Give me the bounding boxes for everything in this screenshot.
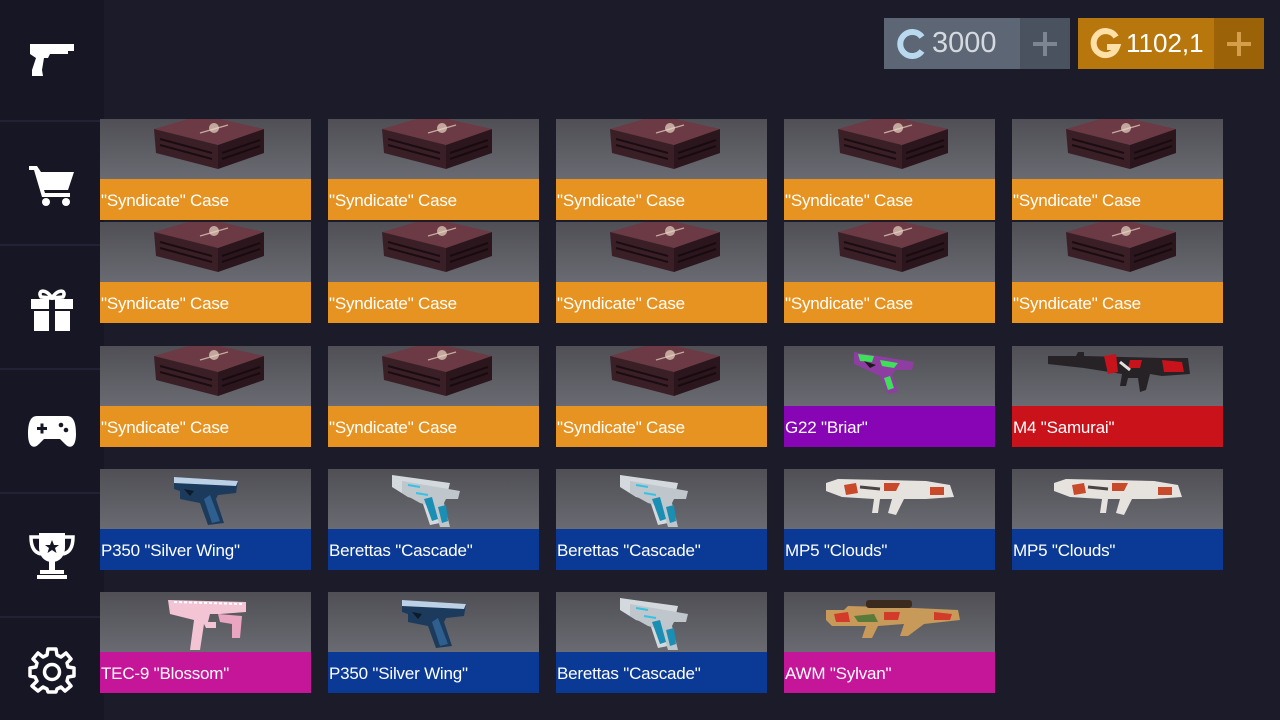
gold-coin-icon — [1090, 27, 1122, 60]
skin-card[interactable]: MP5 "Clouds" — [784, 469, 995, 570]
nav-achievements[interactable] — [0, 496, 104, 618]
case-image — [328, 346, 539, 406]
weapon-image — [556, 592, 767, 652]
nav-gifts[interactable] — [0, 248, 104, 370]
item-name: "Syndicate" Case — [556, 282, 767, 323]
gold-balance: 1102,1 — [1078, 18, 1264, 69]
weapon-image — [100, 592, 311, 652]
case-card[interactable]: "Syndicate" Case — [100, 119, 311, 220]
nav-shop[interactable] — [0, 124, 104, 246]
plus-icon — [1033, 31, 1057, 56]
case-card[interactable]: "Syndicate" Case — [784, 119, 995, 220]
sidebar — [0, 0, 104, 720]
skin-card[interactable]: TEC-9 "Blossom" — [100, 592, 311, 693]
case-image — [1012, 119, 1223, 179]
case-image — [784, 119, 995, 179]
nav-games[interactable] — [0, 372, 104, 494]
item-name: TEC-9 "Blossom" — [100, 652, 311, 693]
inventory-screen: 3000 1102,1 "Syndicate" Case"Syndicate" — [0, 0, 1280, 720]
item-name: "Syndicate" Case — [784, 282, 995, 323]
case-image — [556, 119, 767, 179]
skin-card[interactable]: G22 "Briar" — [784, 346, 995, 447]
gold-value-box: 1102,1 — [1078, 18, 1214, 69]
gamepad-icon — [27, 414, 77, 450]
case-card[interactable]: "Syndicate" Case — [100, 222, 311, 323]
case-image — [1012, 222, 1223, 282]
weapon-image — [784, 592, 995, 652]
cart-icon — [28, 162, 76, 206]
weapon-image — [1012, 346, 1223, 406]
skin-card[interactable]: MP5 "Clouds" — [1012, 469, 1223, 570]
item-name: P350 "Silver Wing" — [100, 529, 311, 570]
item-name: Berettas "Cascade" — [328, 529, 539, 570]
case-image — [784, 222, 995, 282]
skin-card[interactable]: P350 "Silver Wing" — [100, 469, 311, 570]
nav-settings[interactable] — [0, 620, 104, 720]
skin-card[interactable]: Berettas "Cascade" — [556, 469, 767, 570]
case-card[interactable]: "Syndicate" Case — [556, 119, 767, 220]
item-name: Berettas "Cascade" — [556, 652, 767, 693]
item-name: M4 "Samurai" — [1012, 406, 1223, 447]
credits-value-box: 3000 — [884, 18, 1020, 69]
case-image — [100, 119, 311, 179]
case-image — [100, 346, 311, 406]
case-image — [328, 222, 539, 282]
item-name: "Syndicate" Case — [1012, 282, 1223, 323]
skin-card[interactable]: Berettas "Cascade" — [328, 469, 539, 570]
gold-value: 1102,1 — [1126, 28, 1204, 58]
case-image — [100, 222, 311, 282]
pistol-icon — [28, 40, 76, 80]
case-image — [556, 222, 767, 282]
case-card[interactable]: "Syndicate" Case — [1012, 119, 1223, 220]
case-card[interactable]: "Syndicate" Case — [1012, 222, 1223, 323]
case-card[interactable]: "Syndicate" Case — [100, 346, 311, 447]
trophy-icon — [28, 531, 76, 581]
item-name: "Syndicate" Case — [1012, 179, 1223, 220]
add-credits-button[interactable] — [1020, 18, 1070, 69]
skin-card[interactable]: P350 "Silver Wing" — [328, 592, 539, 693]
item-name: G22 "Briar" — [784, 406, 995, 447]
weapon-image — [328, 592, 539, 652]
item-name: "Syndicate" Case — [556, 179, 767, 220]
case-card[interactable]: "Syndicate" Case — [328, 346, 539, 447]
skin-card[interactable]: Berettas "Cascade" — [556, 592, 767, 693]
gift-icon — [29, 285, 75, 331]
item-name: P350 "Silver Wing" — [328, 652, 539, 693]
item-name: "Syndicate" Case — [100, 406, 311, 447]
gear-icon — [28, 646, 76, 694]
weapon-image — [328, 469, 539, 529]
weapon-image — [100, 469, 311, 529]
item-name: AWM "Sylvan" — [784, 652, 995, 693]
credits-value: 3000 — [932, 27, 997, 59]
item-name: "Syndicate" Case — [556, 406, 767, 447]
item-name: "Syndicate" Case — [100, 282, 311, 323]
weapon-image — [784, 469, 995, 529]
item-name: "Syndicate" Case — [100, 179, 311, 220]
credits-coin-icon — [896, 28, 928, 60]
add-gold-button[interactable] — [1214, 18, 1264, 69]
case-card[interactable]: "Syndicate" Case — [556, 222, 767, 323]
item-name: MP5 "Clouds" — [784, 529, 995, 570]
item-name: "Syndicate" Case — [328, 179, 539, 220]
case-image — [556, 346, 767, 406]
credits-balance: 3000 — [884, 18, 1070, 69]
case-card[interactable]: "Syndicate" Case — [328, 119, 539, 220]
case-card[interactable]: "Syndicate" Case — [556, 346, 767, 447]
weapon-image — [1012, 469, 1223, 529]
skin-card[interactable]: M4 "Samurai" — [1012, 346, 1223, 447]
skin-card[interactable]: AWM "Sylvan" — [784, 592, 995, 693]
plus-icon — [1227, 31, 1251, 56]
item-name: MP5 "Clouds" — [1012, 529, 1223, 570]
item-name: "Syndicate" Case — [328, 282, 539, 323]
case-card[interactable]: "Syndicate" Case — [784, 222, 995, 323]
nav-weapons[interactable] — [0, 0, 104, 122]
case-image — [328, 119, 539, 179]
item-name: "Syndicate" Case — [328, 406, 539, 447]
weapon-image — [784, 346, 995, 406]
case-card[interactable]: "Syndicate" Case — [328, 222, 539, 323]
weapon-image — [556, 469, 767, 529]
item-name: Berettas "Cascade" — [556, 529, 767, 570]
item-name: "Syndicate" Case — [784, 179, 995, 220]
